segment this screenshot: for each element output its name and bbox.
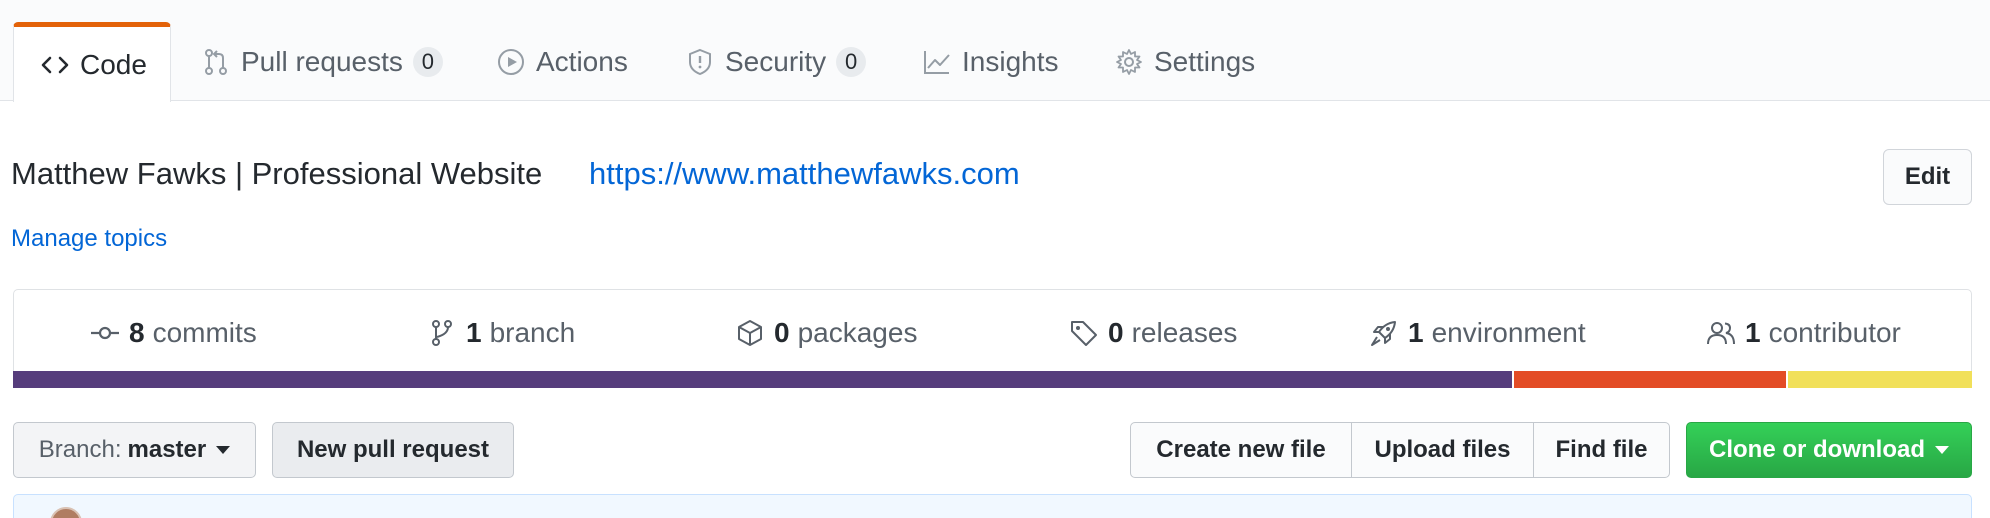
branch-select-button[interactable]: Branch: master — [13, 422, 256, 478]
tab-code-label: Code — [80, 48, 147, 80]
packages-count: 0 — [774, 317, 790, 348]
packages-label: packages — [797, 317, 918, 348]
file-actions-group: Create new file Upload files Find file — [1130, 422, 1670, 478]
environments-count: 1 — [1408, 317, 1424, 348]
environments-label: environment — [1431, 317, 1586, 348]
tab-settings-label: Settings — [1154, 46, 1256, 77]
language-bar-segment — [13, 371, 1514, 388]
branch-name: master — [127, 436, 207, 463]
clone-or-download-button[interactable]: Clone or download — [1686, 422, 1972, 478]
graph-icon — [920, 45, 954, 79]
repository-language-bar[interactable] — [13, 371, 1972, 388]
manage-topics-link[interactable]: Manage topics — [11, 225, 167, 253]
gear-icon — [1112, 45, 1146, 79]
tab-code[interactable]: Code — [13, 22, 171, 102]
latest-commit-bar — [13, 494, 1972, 518]
commits-count: 8 — [129, 317, 145, 348]
new-pull-request-button[interactable]: New pull request — [272, 422, 514, 478]
commit-icon — [88, 316, 122, 350]
tab-pull-requests-label: Pull requests — [241, 46, 403, 77]
tab-actions[interactable]: Actions — [494, 22, 628, 102]
commits-link[interactable]: 8 commits — [88, 316, 257, 350]
tab-actions-label: Actions — [536, 46, 628, 77]
contributors-label: contributor — [1768, 317, 1901, 348]
language-bar-segment — [1787, 371, 1972, 388]
branch-prefix: Branch: — [38, 436, 122, 463]
caret-down-icon — [1935, 446, 1949, 454]
releases-link[interactable]: 0 releases — [1067, 316, 1237, 350]
tab-insights[interactable]: Insights — [920, 22, 1059, 102]
tab-security[interactable]: Security 0 — [683, 22, 867, 102]
rocket-icon — [1367, 316, 1401, 350]
repo-description: Matthew Fawks | Professional Website — [11, 156, 543, 191]
language-bar-segment — [1513, 371, 1788, 388]
git-pull-request-icon — [199, 45, 233, 79]
code-icon — [38, 48, 72, 82]
releases-count: 0 — [1108, 317, 1124, 348]
branches-count: 1 — [466, 317, 482, 348]
repo-nav-tabs: Code Pull requests 0 Actions Security 0 … — [0, 0, 1990, 102]
upload-files-button[interactable]: Upload files — [1351, 422, 1534, 478]
contributors-link[interactable]: 1 contributor — [1704, 316, 1901, 350]
branches-link[interactable]: 1 branch — [425, 316, 575, 350]
branches-label: branch — [489, 317, 576, 348]
create-new-file-button[interactable]: Create new file — [1130, 422, 1352, 478]
clone-or-download-label: Clone or download — [1709, 436, 1925, 463]
security-counter: 0 — [836, 47, 867, 77]
caret-down-icon — [216, 446, 231, 454]
pull-requests-counter: 0 — [412, 47, 443, 77]
packages-link[interactable]: 0 packages — [733, 316, 917, 350]
play-icon — [494, 45, 528, 79]
commits-label: commits — [152, 317, 257, 348]
find-file-button[interactable]: Find file — [1533, 422, 1670, 478]
git-branch-icon — [425, 316, 459, 350]
environments-link[interactable]: 1 environment — [1367, 316, 1586, 350]
tab-pull-requests[interactable]: Pull requests 0 — [199, 22, 443, 102]
releases-label: releases — [1131, 317, 1238, 348]
edit-description-button[interactable]: Edit — [1883, 149, 1972, 205]
avatar[interactable] — [50, 507, 82, 518]
contributors-count: 1 — [1745, 317, 1761, 348]
tab-settings[interactable]: Settings — [1112, 22, 1255, 102]
shield-icon — [683, 45, 717, 79]
repo-homepage-link[interactable]: https://www.matthewfawks.com — [589, 156, 1020, 192]
tag-icon — [1067, 316, 1101, 350]
tab-security-label: Security — [725, 46, 827, 77]
people-icon — [1704, 316, 1738, 350]
package-icon — [733, 316, 767, 350]
tab-insights-label: Insights — [962, 46, 1059, 77]
